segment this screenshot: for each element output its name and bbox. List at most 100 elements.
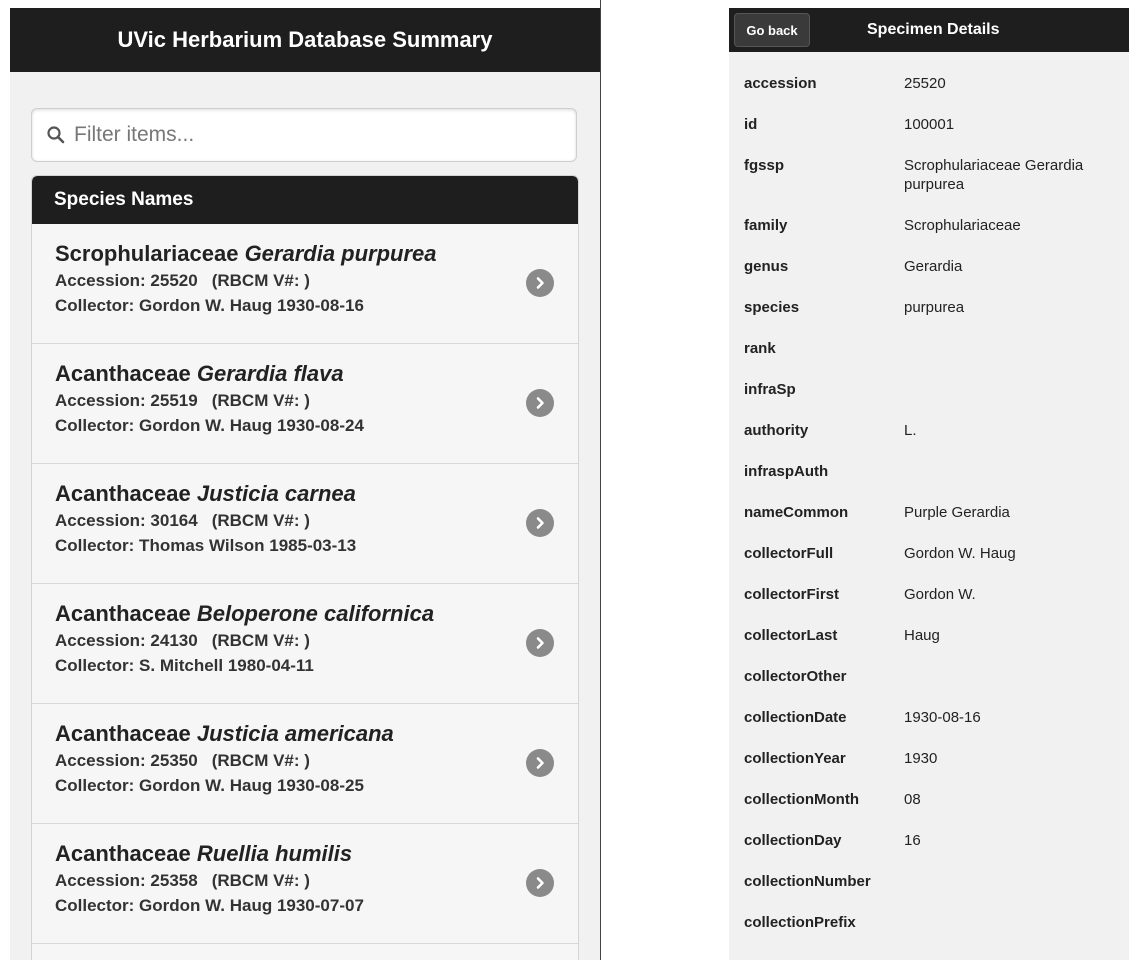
detail-key: infraSp bbox=[744, 381, 796, 398]
list-item[interactable]: Acanthaceae Justicia americana Accession:… bbox=[32, 704, 578, 824]
detail-row-collectionDate: collectionDate 1930-08-16 bbox=[729, 708, 1129, 749]
go-back-button[interactable]: Go back bbox=[734, 13, 810, 47]
detail-value: L. bbox=[904, 422, 917, 439]
list-item[interactable]: Acanthaceae Justicia carnea Accession: 30… bbox=[32, 464, 578, 584]
detail-row-collectorFirst: collectorFirst Gordon W. bbox=[729, 585, 1129, 626]
item-accession-line: Accession: 25350 (RBCM V#: ) bbox=[55, 748, 578, 773]
item-species: Beloperone californica bbox=[196, 601, 435, 626]
species-list: Species Names Scrophulariaceae Gerardia … bbox=[31, 175, 579, 960]
detail-row-collectorFull: collectorFull Gordon W. Haug bbox=[729, 544, 1129, 585]
detail-value: purpurea bbox=[904, 299, 965, 316]
detail-value bbox=[904, 380, 1114, 421]
summary-panel: UVic Herbarium Database Summary Species … bbox=[10, 8, 600, 960]
item-collector: Collector: S. Mitchell 1980-04-11 bbox=[55, 656, 314, 675]
item-collector: Collector: Gordon W. Haug 1930-08-16 bbox=[55, 296, 364, 315]
details-header: Go back Specimen Details bbox=[729, 8, 1129, 52]
detail-row-rank: rank bbox=[729, 339, 1129, 380]
detail-key: collectionMonth bbox=[744, 791, 859, 808]
detail-row-authority: authority L. bbox=[729, 421, 1129, 462]
detail-key: collectorLast bbox=[744, 627, 838, 644]
item-accession: Accession: 24130 bbox=[55, 631, 198, 650]
item-rbcm: (RBCM V#: ) bbox=[211, 751, 310, 770]
detail-key: id bbox=[744, 116, 758, 133]
detail-key: authority bbox=[744, 422, 809, 439]
detail-value bbox=[904, 339, 1114, 380]
chevron-right-icon[interactable] bbox=[526, 629, 554, 657]
detail-row-collectionMonth: collectionMonth 08 bbox=[729, 790, 1129, 831]
item-species: Gerardia flava bbox=[196, 361, 344, 386]
search-input[interactable] bbox=[74, 115, 554, 155]
detail-key: genus bbox=[744, 258, 789, 275]
item-title: Acanthaceae Justicia carnea bbox=[55, 480, 578, 508]
detail-value bbox=[904, 667, 1114, 708]
summary-header: UVic Herbarium Database Summary bbox=[10, 8, 600, 72]
item-title: Acanthaceae Ruellia humilis bbox=[55, 840, 578, 868]
item-accession-line: Accession: 25519 (RBCM V#: ) bbox=[55, 388, 578, 413]
list-item[interactable]: Acanthaceae Ruellia humilis Accession: 25… bbox=[32, 824, 578, 944]
detail-key: collectorFull bbox=[744, 545, 834, 562]
chevron-right-icon[interactable] bbox=[526, 269, 554, 297]
list-header-label: Species Names bbox=[54, 189, 194, 210]
item-species: Justicia americana bbox=[196, 721, 394, 746]
details-title: Specimen Details bbox=[867, 21, 1000, 38]
detail-key: nameCommon bbox=[744, 504, 849, 521]
list-item[interactable]: Acanthaceae Beloperone californica Access… bbox=[32, 584, 578, 704]
detail-key: species bbox=[744, 299, 800, 316]
item-family: Acanthaceae bbox=[55, 601, 191, 626]
list-item[interactable]: Acanthaceae Gerardia flava Accession: 255… bbox=[32, 344, 578, 464]
item-collector: Collector: Gordon W. Haug 1930-08-25 bbox=[55, 776, 364, 795]
detail-value: Gerardia bbox=[904, 258, 963, 275]
item-title: Acanthaceae Justicia americana bbox=[55, 720, 578, 748]
item-species: Ruellia humilis bbox=[196, 841, 353, 866]
detail-key: fgssp bbox=[744, 157, 785, 174]
detail-key: collectorFirst bbox=[744, 586, 840, 603]
detail-value: 16 bbox=[904, 832, 921, 849]
item-title: Acanthaceae Beloperone californica bbox=[55, 600, 578, 628]
item-family: Acanthaceae bbox=[55, 841, 191, 866]
item-rbcm: (RBCM V#: ) bbox=[211, 871, 310, 890]
chevron-right-icon[interactable] bbox=[526, 509, 554, 537]
detail-value: 1930 bbox=[904, 750, 938, 767]
detail-row-species: species purpurea bbox=[729, 298, 1129, 339]
item-rbcm: (RBCM V#: ) bbox=[211, 631, 310, 650]
list-item[interactable]: Scrophulariaceae Gerardia purpurea Access… bbox=[32, 224, 578, 344]
detail-value: Scrophulariaceae Gerardia purpurea bbox=[904, 157, 1084, 193]
detail-key: rank bbox=[744, 340, 776, 357]
detail-value: Haug bbox=[904, 627, 940, 644]
list-header: Species Names bbox=[32, 176, 578, 224]
item-accession-line: Accession: 25520 (RBCM V#: ) bbox=[55, 268, 578, 293]
item-rbcm: (RBCM V#: ) bbox=[211, 391, 310, 410]
detail-key: collectionDate bbox=[744, 709, 847, 726]
detail-row-id: id 100001 bbox=[729, 115, 1129, 156]
item-accession-line: Accession: 24130 (RBCM V#: ) bbox=[55, 628, 578, 653]
detail-value: Scrophulariaceae bbox=[904, 217, 1021, 234]
detail-row-collectionPrefix: collectionPrefix bbox=[729, 913, 1129, 954]
item-species: Gerardia purpurea bbox=[244, 241, 437, 266]
detail-key: collectionNumber bbox=[744, 873, 871, 890]
item-species: Justicia carnea bbox=[196, 481, 356, 506]
item-family: Scrophulariaceae bbox=[55, 241, 239, 266]
chevron-right-icon[interactable] bbox=[526, 749, 554, 777]
search-box[interactable] bbox=[31, 108, 577, 162]
detail-row-collectorOther: collectorOther bbox=[729, 667, 1129, 708]
detail-row-accession: accession 25520 bbox=[729, 74, 1129, 115]
detail-row-collectorLast: collectorLast Haug bbox=[729, 626, 1129, 667]
chevron-right-icon[interactable] bbox=[526, 389, 554, 417]
detail-row-family: family Scrophulariaceae bbox=[729, 216, 1129, 257]
chevron-right-icon[interactable] bbox=[526, 869, 554, 897]
detail-value: Gordon W. bbox=[904, 586, 976, 603]
item-accession: Accession: 25520 bbox=[55, 271, 198, 290]
detail-row-nameCommon: nameCommon Purple Gerardia bbox=[729, 503, 1129, 544]
detail-row-infraSp: infraSp bbox=[729, 380, 1129, 421]
detail-row-infraspAuth: infraspAuth bbox=[729, 462, 1129, 503]
item-accession-line: Accession: 30164 (RBCM V#: ) bbox=[55, 508, 578, 533]
item-title: Acanthaceae Gerardia flava bbox=[55, 360, 578, 388]
item-collector: Collector: Gordon W. Haug 1930-08-24 bbox=[55, 416, 364, 435]
item-accession: Accession: 25519 bbox=[55, 391, 198, 410]
detail-value: Purple Gerardia bbox=[904, 504, 1010, 521]
detail-row-genus: genus Gerardia bbox=[729, 257, 1129, 298]
detail-row-collectionDay: collectionDay 16 bbox=[729, 831, 1129, 872]
item-family: Acanthaceae bbox=[55, 721, 191, 746]
item-family: Acanthaceae bbox=[55, 481, 191, 506]
item-accession: Accession: 25358 bbox=[55, 871, 198, 890]
